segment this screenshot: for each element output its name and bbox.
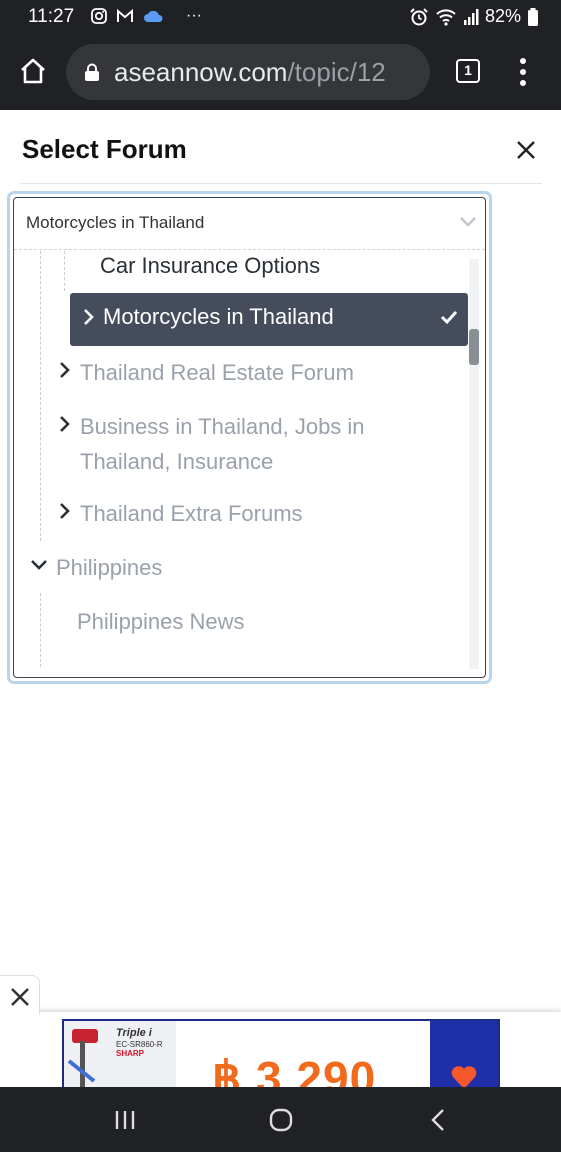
list-item[interactable]: Philippines — [56, 550, 162, 585]
select-value: Motorcycles in Thailand — [26, 213, 205, 232]
ad-side-panel — [430, 1021, 498, 1088]
list-item-label: Philippines News — [77, 609, 245, 634]
tree-guide-line — [40, 593, 41, 667]
url-path: /topic/12 — [287, 57, 386, 87]
ad-price: ฿ 3,290 — [212, 1052, 377, 1088]
chevron-right-icon[interactable] — [58, 361, 72, 379]
list-item-label-line1: Business in Thailand, Jobs in — [80, 414, 365, 439]
tree-guide-line — [40, 251, 41, 541]
system-nav-bar — [0, 1087, 561, 1152]
lock-icon — [85, 63, 99, 81]
ad-banner[interactable]: Triple i EC-SR860-R SHARP ฿ 3,290 — [62, 1019, 500, 1088]
ad-model: EC-SR860-R — [116, 1040, 163, 1049]
forum-select[interactable]: Motorcycles in Thailand Car Insurance Op… — [13, 197, 486, 678]
list-item-label-line2: Thailand, Insurance — [80, 449, 274, 474]
ad-close-button[interactable] — [0, 975, 40, 1015]
forum-tree: Car Insurance Options Motorcycles in Tha… — [14, 251, 485, 677]
close-icon[interactable] — [512, 136, 540, 164]
battery-icon — [528, 7, 538, 26]
list-item[interactable]: Thailand Real Estate Forum — [80, 355, 354, 390]
notification-icons: ··· — [90, 7, 202, 25]
tab-count: 1 — [464, 62, 472, 78]
modal-divider — [20, 183, 542, 184]
check-icon — [440, 310, 458, 325]
system-icons: 82% — [409, 6, 539, 27]
chevron-down-icon[interactable] — [30, 558, 48, 572]
menu-dots-icon[interactable] — [512, 56, 534, 88]
ad-banner-strip: Triple i EC-SR860-R SHARP ฿ 3,290 — [0, 1012, 561, 1088]
vacuum-product-image — [67, 1029, 98, 1088]
tree-guide-line — [64, 251, 65, 291]
more-notifications: ··· — [186, 7, 202, 24]
select-header[interactable]: Motorcycles in Thailand — [14, 198, 485, 250]
list-item-label: Car Insurance Options — [100, 253, 321, 278]
chevron-right-icon[interactable] — [58, 415, 72, 433]
ad-maker: SHARP — [116, 1049, 145, 1058]
shopping-heart-icon — [451, 1066, 477, 1088]
close-icon — [11, 988, 29, 1006]
selected-list-item[interactable]: Motorcycles in Thailand — [70, 293, 468, 346]
list-item[interactable]: Philippines News — [77, 604, 245, 639]
signal-icon — [463, 8, 479, 25]
chevron-right-icon — [84, 309, 94, 325]
recent-apps-icon[interactable] — [113, 1109, 137, 1131]
instagram-icon — [91, 8, 107, 24]
url-domain: aseannow.com — [114, 57, 288, 87]
list-item[interactable]: Thailand Extra Forums — [80, 496, 303, 531]
chevron-right-icon[interactable] — [58, 502, 72, 520]
browser-toolbar: aseannow.com/topic/12 1 — [0, 36, 561, 110]
scrollbar-track[interactable] — [469, 259, 479, 669]
status-time: 11:27 — [28, 6, 75, 27]
list-item[interactable]: Car Insurance Options — [100, 248, 320, 283]
home-icon[interactable] — [18, 56, 48, 86]
chevron-down-icon[interactable] — [459, 215, 477, 229]
select-forum-modal: Select Forum Motorcycles in Thailand Car… — [0, 110, 561, 700]
ad-product-image: Triple i EC-SR860-R SHARP — [64, 1021, 176, 1088]
list-item-label: Motorcycles in Thailand — [103, 304, 334, 329]
wifi-icon — [436, 8, 456, 26]
home-nav-icon[interactable] — [269, 1108, 293, 1132]
ad-brand: Triple i — [116, 1027, 152, 1039]
scrollbar-thumb[interactable] — [469, 329, 479, 365]
list-item-label: Philippines — [56, 555, 163, 580]
url-bar[interactable]: aseannow.com/topic/12 — [66, 44, 430, 100]
list-item-label: Thailand Real Estate Forum — [80, 360, 354, 385]
back-icon[interactable] — [430, 1108, 446, 1132]
status-bar: 11:27 ··· 82% — [0, 0, 561, 36]
list-item[interactable]: Business in Thailand, Jobs in Thailand, … — [80, 409, 365, 479]
gmail-icon — [117, 8, 133, 22]
list-item-label: Thailand Extra Forums — [80, 501, 303, 526]
battery-percent: 82% — [484, 6, 521, 26]
tab-switcher-button[interactable]: 1 — [456, 59, 480, 83]
url-text: aseannow.com/topic/12 — [114, 57, 386, 88]
forum-select-focus-ring: Motorcycles in Thailand Car Insurance Op… — [7, 191, 492, 684]
cloud-icon — [144, 10, 163, 22]
modal-title: Select Forum — [22, 134, 187, 164]
alarm-icon — [410, 7, 428, 25]
